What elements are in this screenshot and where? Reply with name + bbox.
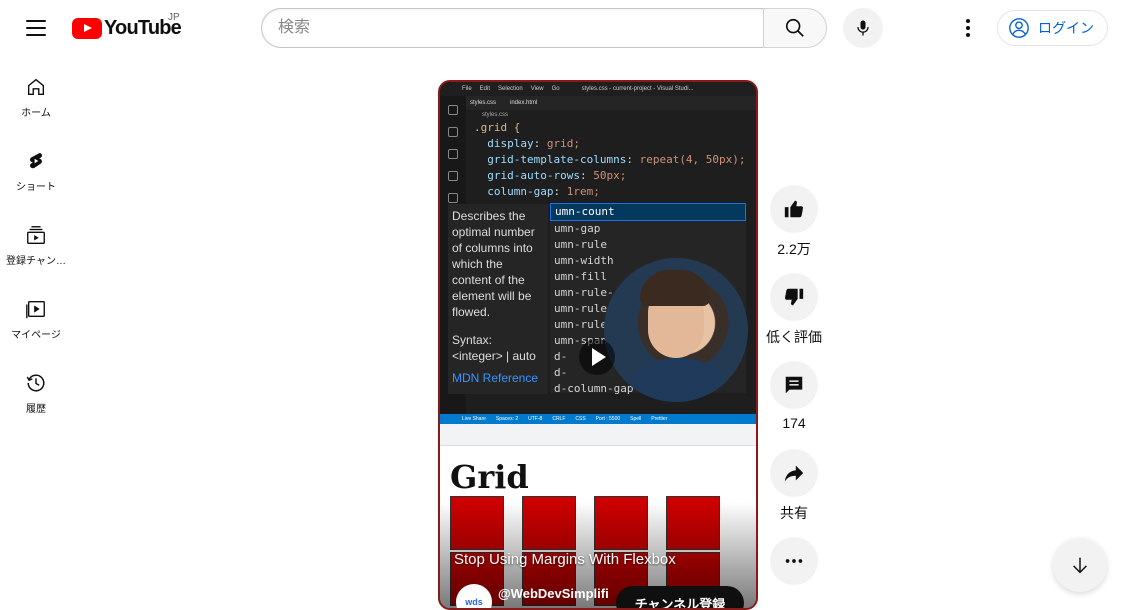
status-item: Prettier — [651, 416, 668, 422]
code-value: 50px; — [593, 169, 627, 182]
status-item: Spell — [630, 416, 642, 422]
channel-avatar-text: wds — [465, 597, 483, 607]
sidebar-item-shorts[interactable]: ショート — [0, 130, 72, 204]
browser-chrome — [440, 424, 756, 446]
history-icon — [26, 374, 45, 392]
more-horizontal-icon — [785, 559, 803, 563]
video-title[interactable]: Stop Using Margins With Flexbox — [454, 551, 676, 568]
login-label: ログイン — [1038, 20, 1094, 36]
code-selector: .grid { — [474, 121, 521, 134]
editor-status-bar: Live Share Spaces: 2 UTF-8 CRLF CSS Port… — [440, 414, 756, 424]
like-button[interactable] — [770, 185, 818, 233]
like-count: 2.2万 — [777, 241, 811, 257]
comments-count: 174 — [782, 415, 806, 431]
shorts-icon — [30, 152, 42, 169]
thumbs-down-icon — [784, 288, 804, 306]
share-label: 共有 — [780, 505, 808, 521]
autocomplete-item: umn-rule — [554, 238, 607, 251]
channel-name[interactable]: @WebDevSimplifi — [498, 586, 609, 601]
voice-search-button[interactable] — [843, 8, 883, 48]
status-item: Live Share — [462, 416, 486, 422]
code-property: column-gap — [474, 185, 554, 198]
sidebar-item-label: ホーム — [21, 108, 51, 119]
sidebar-item-label: ショート — [16, 182, 56, 193]
editor-menu-item: View — [530, 86, 544, 92]
status-item: UTF-8 — [528, 416, 543, 422]
comments-action: 174 — [770, 361, 818, 431]
subscriptions-icon — [27, 226, 45, 244]
preview-heading: Grid — [450, 458, 529, 496]
library-icon — [26, 300, 45, 319]
editor-menu-item: File — [462, 86, 472, 92]
code-value: 1rem; — [566, 185, 600, 198]
subscribe-button[interactable]: チャンネル登録 — [616, 586, 744, 608]
autocomplete-item: umn-gap — [554, 222, 601, 235]
sidebar-item-history[interactable]: 履歴 — [0, 352, 72, 426]
microphone-icon — [857, 20, 869, 36]
editor-tabs: styles.css index.html — [440, 96, 756, 110]
more-options-button[interactable] — [770, 537, 818, 585]
shorts-video-player[interactable]: File Edit Selection View Go styles.css -… — [438, 80, 758, 610]
editor-menu-bar: File Edit Selection View Go styles.css -… — [440, 82, 756, 96]
dislike-action: 低く評価 — [766, 273, 822, 347]
share-action: 共有 — [770, 449, 818, 523]
docs-reference-link: MDN Reference — [452, 371, 539, 385]
sidebar-item-label: マイページ — [11, 330, 61, 341]
like-action: 2.2万 — [770, 185, 818, 259]
arrow-down-icon — [1073, 557, 1087, 574]
search-button[interactable] — [763, 8, 827, 48]
sidebar: ホーム ショート 登録チャン… マイページ 履歴 — [0, 56, 72, 426]
comment-icon — [785, 376, 803, 394]
status-item: CRLF — [552, 416, 566, 422]
status-item: CSS — [575, 416, 586, 422]
editor-window-title: styles.css - current-project - Visual St… — [581, 86, 694, 92]
search-bar — [261, 8, 827, 48]
thumbs-up-icon — [784, 200, 804, 218]
youtube-play-icon — [72, 17, 102, 39]
dislike-label: 低く評価 — [766, 329, 822, 345]
share-button[interactable] — [770, 449, 818, 497]
docs-syntax: Syntax: <integer> | auto — [452, 333, 536, 363]
sidebar-item-label: 履歴 — [26, 404, 46, 415]
editor-menu-item: Go — [551, 86, 560, 92]
presenter-webcam — [604, 258, 748, 402]
top-bar: YouTube JP ログイン — [0, 0, 1124, 56]
sidebar-item-home[interactable]: ホーム — [0, 56, 72, 130]
code-property: display — [474, 137, 534, 150]
home-icon — [27, 78, 45, 96]
share-icon — [784, 465, 804, 482]
browser-preview: Grid — [440, 424, 756, 608]
account-icon — [1009, 18, 1029, 38]
editor-menu-item: Edit — [479, 86, 491, 92]
menu-icon[interactable] — [20, 12, 52, 44]
editor-breadcrumb: styles.css — [482, 112, 509, 118]
status-item: Spaces: 2 — [495, 416, 519, 422]
youtube-logo[interactable]: YouTube JP — [72, 12, 182, 40]
region-label: JP — [168, 12, 180, 23]
sidebar-item-label: 登録チャン… — [6, 256, 66, 267]
sidebar-item-library[interactable]: マイページ — [0, 278, 72, 352]
docs-tooltip: Describes the optimal number of columns … — [448, 204, 548, 394]
play-icon[interactable] — [579, 339, 615, 375]
editor-tab: index.html — [510, 100, 538, 106]
docs-description: Describes the optimal number of columns … — [452, 209, 535, 319]
search-icon — [785, 18, 804, 37]
code-property: grid-auto-rows — [474, 169, 580, 182]
comments-button[interactable] — [770, 361, 818, 409]
sidebar-item-subscriptions[interactable]: 登録チャン… — [0, 204, 72, 278]
status-item: Port : 5500 — [595, 416, 621, 422]
editor-tab: styles.css — [470, 100, 497, 106]
code-block: .grid { display: grid; grid-template-col… — [474, 121, 746, 198]
search-input[interactable] — [261, 8, 763, 48]
editor-menu-item: Selection — [498, 86, 523, 92]
code-property: grid-template-columns — [474, 153, 627, 166]
dislike-button[interactable] — [770, 273, 818, 321]
login-button[interactable]: ログイン — [997, 10, 1108, 46]
next-video-button[interactable] — [1053, 538, 1107, 592]
settings-menu-icon[interactable] — [952, 12, 984, 44]
more-action — [770, 537, 818, 585]
code-value: grid; — [546, 137, 580, 150]
code-value: repeat(4, 50px); — [639, 153, 746, 166]
autocomplete-item: umn-count — [550, 203, 746, 221]
